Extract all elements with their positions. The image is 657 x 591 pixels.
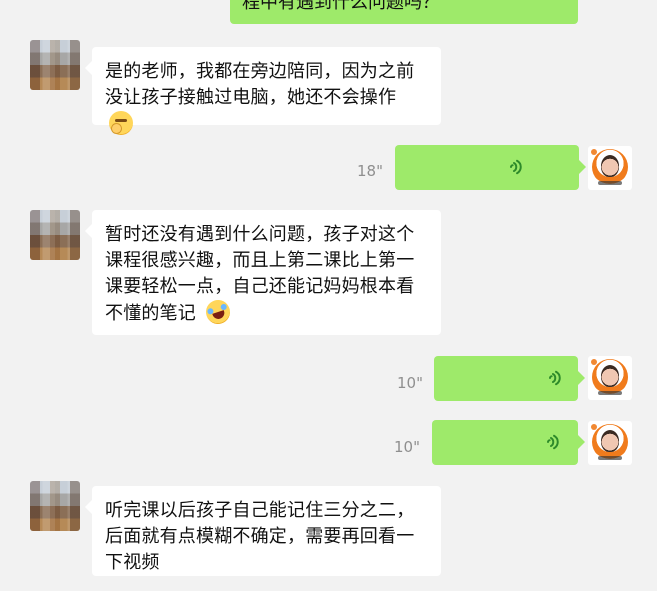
incoming-message-text: 听完课以后孩子自己能记住三分之二，后面就有点模糊不确定，需要再回看一下视频 [105,500,415,573]
voice-wave-icon [510,159,522,175]
voice-message-bubble[interactable] [434,356,585,401]
avatar-label-icon [598,181,622,185]
incoming-avatar[interactable] [30,40,80,90]
voice-duration: 10" [394,438,420,456]
voice-wave-icon [549,370,561,386]
incoming-avatar[interactable] [30,481,80,531]
voice-message-bubble[interactable] [395,145,586,190]
laughing-face-emoji-icon [202,296,234,328]
brand-dot-icon [591,149,597,155]
chat-window: 程中有遇到什么问题吗？ 是的老师，我都在旁边陪同，因为之前没让孩子接触过电脑，她… [0,0,657,591]
incoming-avatar[interactable] [30,210,80,260]
thinking-face-emoji-icon [109,111,133,135]
outgoing-avatar[interactable] [588,356,632,400]
incoming-message-bubble[interactable]: 是的老师，我都在旁边陪同，因为之前没让孩子接触过电脑，她还不会操作 [85,47,441,135]
outgoing-avatar[interactable] [588,146,632,190]
previous-message-text: 程中有遇到什么问题吗？ [242,0,440,13]
incoming-message-text: 是的老师，我都在旁边陪同，因为之前没让孩子接触过电脑，她还不会操作 [105,61,415,108]
avatar-label-icon [598,391,622,395]
voice-message-bubble[interactable] [432,420,585,465]
incoming-message-bubble[interactable]: 听完课以后孩子自己能记住三分之二，后面就有点模糊不确定，需要再回看一下视频 [85,486,441,576]
brand-dot-icon [591,424,597,430]
voice-duration: 10" [397,374,423,392]
voice-wave-icon [547,434,559,450]
outgoing-avatar[interactable] [588,421,632,465]
incoming-message-text: 暂时还没有遇到什么问题，孩子对这个课程很感兴趣，而且上第二课比上第一课要轻松一点… [105,224,415,324]
avatar-face-icon [601,430,619,452]
brand-dot-icon [591,359,597,365]
avatar-label-icon [598,456,622,460]
avatar-face-icon [601,365,619,387]
avatar-face-icon [601,155,619,177]
previous-message-bubble[interactable]: 程中有遇到什么问题吗？ [230,0,578,24]
voice-duration: 18" [357,162,383,180]
incoming-message-bubble[interactable]: 暂时还没有遇到什么问题，孩子对这个课程很感兴趣，而且上第二课比上第一课要轻松一点… [85,210,441,335]
